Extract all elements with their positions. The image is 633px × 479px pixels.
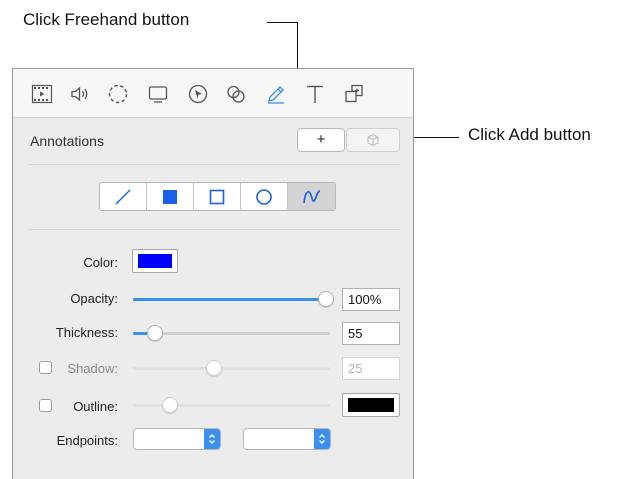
thickness-knob[interactable] <box>146 325 163 341</box>
annotations-title: Annotations <box>30 133 104 149</box>
rectangle-icon <box>209 189 225 204</box>
title-divider <box>28 164 400 165</box>
chevron-updown-icon <box>314 429 330 449</box>
shadow-field[interactable]: 25 <box>342 357 400 380</box>
annotations-panel: Annotations + Color: Opacity: 100% Thick… <box>12 68 414 479</box>
opacity-field[interactable]: 100% <box>342 288 400 311</box>
freehand-callout-line-horizontal <box>267 22 297 23</box>
shadow-slider[interactable] <box>133 358 330 378</box>
cube-icon <box>367 133 379 147</box>
remove-annotation-button[interactable] <box>346 128 400 152</box>
thickness-label: Thickness: <box>55 325 118 340</box>
color-swatch <box>138 254 172 268</box>
outline-color-swatch <box>348 398 394 412</box>
endpoint-end-popup[interactable] <box>243 428 331 450</box>
outline-color-well[interactable] <box>342 393 400 417</box>
filled-rectangle-icon <box>163 189 177 204</box>
thickness-slider[interactable] <box>133 323 330 343</box>
tools-divider <box>28 229 400 230</box>
color-well[interactable] <box>132 249 178 273</box>
opacity-label: Opacity: <box>70 291 118 306</box>
endpoint-start-popup[interactable] <box>133 428 221 450</box>
thickness-field[interactable]: 55 <box>342 322 400 345</box>
stack-icon[interactable] <box>342 82 366 106</box>
shape-tool-selector <box>99 182 336 211</box>
chevron-updown-icon <box>204 429 220 449</box>
dashed-circle-icon[interactable] <box>106 82 130 106</box>
opacity-knob[interactable] <box>318 291 334 307</box>
endpoints-label: Endpoints: <box>56 433 118 448</box>
shadow-track <box>133 367 330 370</box>
freehand-callout: Click Freehand button <box>23 10 190 29</box>
add-callout: Click Add button <box>468 125 591 144</box>
speaker-icon[interactable] <box>68 82 92 106</box>
color-label: Color: <box>83 255 118 270</box>
opacity-fill <box>133 298 326 301</box>
shadow-label: Shadow: <box>67 361 118 376</box>
pencil-icon[interactable] <box>264 82 288 106</box>
filled-rectangle-tool[interactable] <box>147 183 194 210</box>
circle-icon <box>256 188 272 205</box>
text-icon[interactable] <box>303 82 327 106</box>
outline-knob[interactable] <box>162 397 179 413</box>
monitor-icon[interactable] <box>146 82 170 106</box>
film-icon[interactable] <box>30 82 54 106</box>
outline-slider[interactable] <box>133 395 330 415</box>
shadow-knob[interactable] <box>205 360 222 376</box>
overlap-circles-icon[interactable] <box>224 82 248 106</box>
opacity-slider[interactable] <box>133 289 334 309</box>
line-tool[interactable] <box>100 183 147 210</box>
outline-label: Outline: <box>73 399 118 414</box>
add-annotation-button[interactable]: + <box>297 128 345 152</box>
line-icon <box>115 188 131 205</box>
rectangle-tool[interactable] <box>194 183 241 210</box>
freehand-tool[interactable] <box>288 183 335 210</box>
circle-tool[interactable] <box>241 183 288 210</box>
inspector-toolbar <box>13 69 413 118</box>
pointer-icon[interactable] <box>186 82 210 106</box>
freehand-icon <box>302 189 320 203</box>
